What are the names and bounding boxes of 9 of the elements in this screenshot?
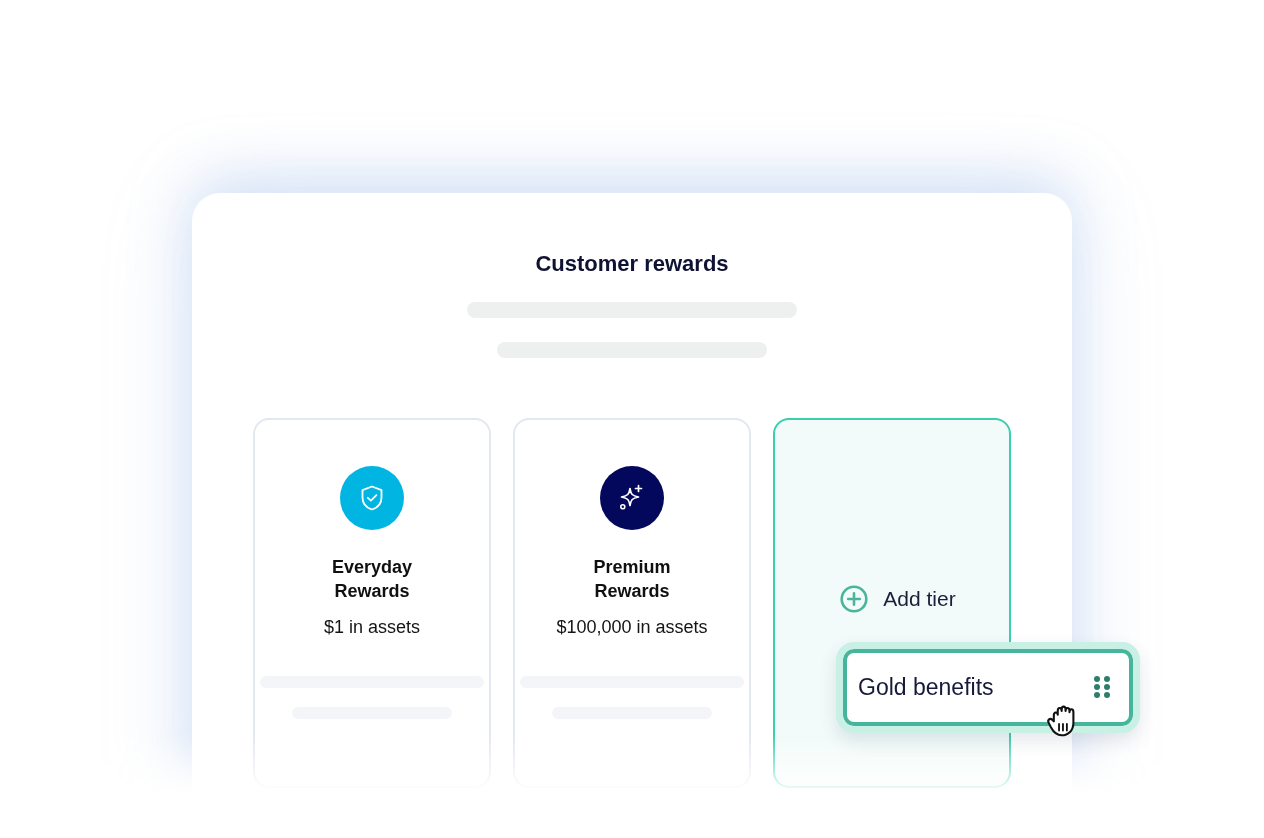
tier-name: Everyday Rewards bbox=[330, 556, 414, 603]
tier-requirement: $100,000 in assets bbox=[556, 616, 708, 639]
tier-requirement: $1 in assets bbox=[323, 616, 421, 639]
draggable-chip[interactable]: Gold benefits bbox=[836, 642, 1140, 733]
plus-circle-icon bbox=[840, 585, 869, 613]
add-tier-button[interactable]: Add tier bbox=[840, 585, 956, 613]
drag-handle-icon[interactable] bbox=[1094, 675, 1110, 698]
panel-title: Customer rewards bbox=[535, 250, 729, 278]
tier-name: Premium Rewards bbox=[592, 556, 672, 603]
